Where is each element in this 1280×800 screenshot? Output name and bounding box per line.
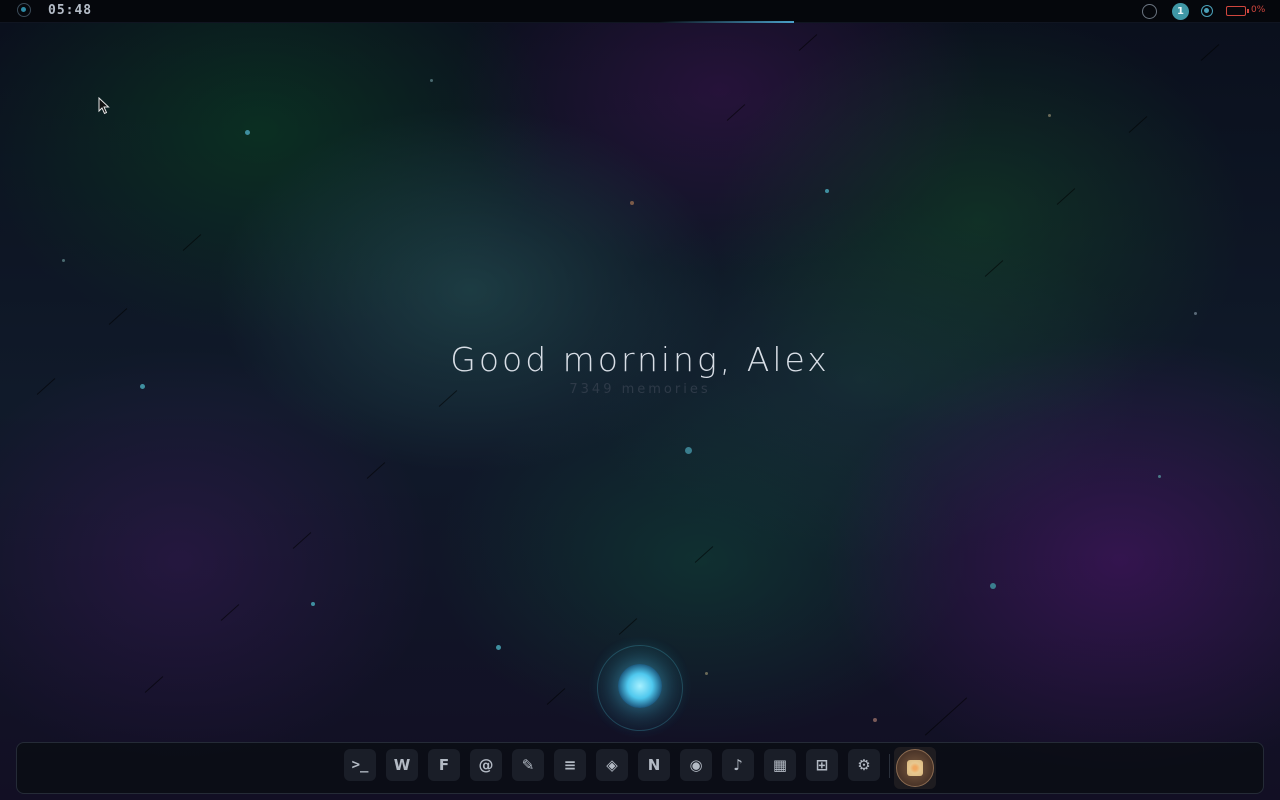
wallpaper-particle [430,79,433,82]
wallpaper-particle [1048,114,1051,117]
wallpaper-streak [220,604,240,621]
os-logo-icon[interactable] [17,3,31,17]
apps-grid-icon[interactable]: ⊞ [806,749,838,781]
wallpaper-particle [1194,312,1197,315]
wallpaper-streak [984,260,1004,277]
wallpaper-streak [924,697,968,736]
wallpaper-particle [1158,475,1161,478]
pencil-icon[interactable]: ✎ [512,749,544,781]
wallpaper-particle [496,645,501,650]
gear-icon[interactable]: ⚙ [848,749,880,781]
network-icon[interactable] [1201,5,1213,17]
wallpaper-streak [292,532,312,549]
battery-icon[interactable] [1226,6,1249,16]
mail-icon[interactable]: @ [470,749,502,781]
wallpaper-streak [108,308,128,325]
notes-icon[interactable]: N [638,749,670,781]
wallpaper-streak [618,618,638,635]
top-progress-indicator [660,21,794,23]
files-icon[interactable]: F [428,749,460,781]
battery-percent: 0% [1251,5,1266,15]
wallpaper-streak [1056,188,1076,205]
photo-app-icon[interactable] [894,747,936,789]
music-icon[interactable]: ♪ [722,749,754,781]
wallpaper-particle [62,259,65,262]
wallpaper-streak [144,676,164,693]
terminal-icon[interactable]: >_ [344,749,376,781]
wallpaper-particle [990,583,996,589]
top-bar: 05:48 1 0% [0,0,1280,23]
clock[interactable]: 05:48 [48,3,92,18]
wallpaper-streak [1128,116,1148,133]
wallpaper-particle [705,672,708,675]
greeting-text: Good morning, Alex [450,340,830,379]
wallpaper-streak [694,546,714,563]
mouse-cursor-icon [98,97,110,115]
wallpaper-particle [245,130,250,135]
wallpaper-streak [182,234,202,251]
workspace-badge[interactable]: 1 [1172,3,1189,20]
wallpaper-streak [798,34,818,51]
wallpaper-streak [366,462,386,479]
camera-icon[interactable]: ◉ [680,749,712,781]
wallpaper-particle [630,201,634,205]
diamond-icon[interactable]: ◈ [596,749,628,781]
wallpaper-streak [1200,44,1220,61]
wallpaper-particle [825,189,829,193]
calendar-icon[interactable]: ▦ [764,749,796,781]
wallpaper-particle [685,447,692,454]
wallpaper-streak [546,688,566,705]
wallpaper-streak [726,104,746,121]
browser-icon[interactable]: W [386,749,418,781]
wallpaper-particle [873,718,877,722]
circle-status-icon[interactable] [1142,4,1157,19]
list-icon[interactable]: ≡ [554,749,586,781]
dock-separator [889,754,890,778]
memories-count: 7349 memories [569,382,711,397]
active-app-tile [907,760,923,776]
assistant-orb[interactable] [618,664,662,708]
wallpaper-particle [311,602,315,606]
dock-items: >_ W F @ ✎ ≡ ◈ N ◉ ♪ ▦ ⊞ ⚙ [344,749,880,781]
